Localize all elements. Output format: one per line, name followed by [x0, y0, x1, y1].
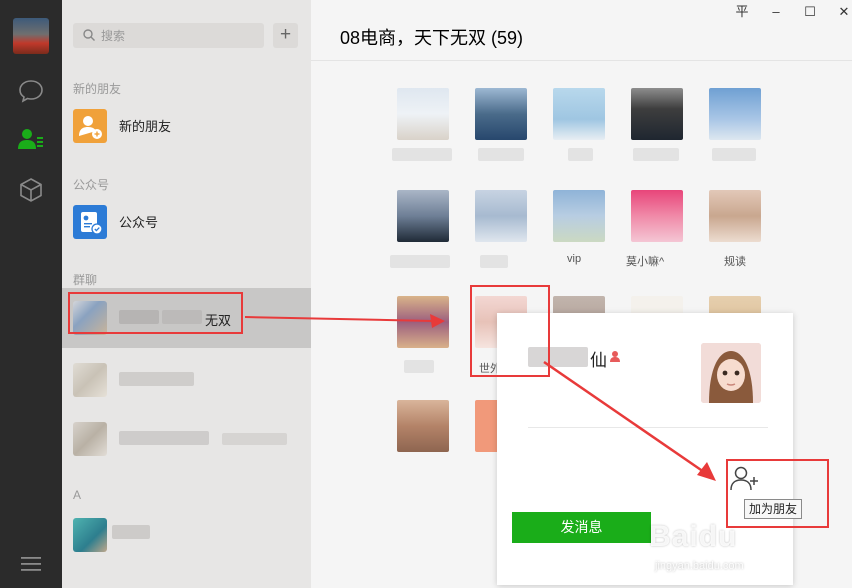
- blurred-name: [112, 525, 150, 539]
- collections-icon[interactable]: [17, 176, 45, 204]
- maximize-button[interactable]: ☐: [800, 2, 820, 22]
- new-friend-icon: [73, 109, 107, 143]
- official-account-icon: [73, 205, 107, 239]
- search-box[interactable]: [73, 23, 264, 48]
- annotation-box-group: [68, 292, 243, 334]
- member-label-blurred: [478, 148, 524, 161]
- contact-avatar: [73, 518, 107, 552]
- contact-item-official[interactable]: 公众号: [62, 193, 311, 251]
- member-avatar[interactable]: [475, 190, 527, 242]
- member-avatar[interactable]: [397, 88, 449, 140]
- search-input[interactable]: [101, 27, 251, 44]
- member-label-blurred: [712, 148, 756, 161]
- group-avatar: [73, 422, 107, 456]
- contacts-icon[interactable]: [17, 125, 45, 153]
- watermark-logo: Baidu: [649, 520, 738, 553]
- member-avatar[interactable]: [475, 88, 527, 140]
- search-icon: [83, 29, 95, 41]
- minimize-button[interactable]: –: [766, 2, 786, 22]
- close-button[interactable]: ✕: [834, 2, 852, 22]
- member-avatar[interactable]: [631, 190, 683, 242]
- section-label-new-friends: 新的朋友: [73, 82, 122, 96]
- member-avatar[interactable]: [553, 190, 605, 242]
- member-label: vip: [567, 253, 582, 265]
- member-label-blurred: [633, 148, 679, 161]
- annotation-box-add-friend: [726, 459, 829, 528]
- member-label-blurred: [392, 148, 452, 161]
- window-controls: 平 – ☐ ✕: [722, 0, 852, 24]
- watermark-url: jingyan.baidu.com: [655, 560, 744, 572]
- member-avatar[interactable]: [709, 88, 761, 140]
- group-avatar: [73, 363, 107, 397]
- member-avatar[interactable]: [709, 190, 761, 242]
- user-avatar[interactable]: [13, 18, 49, 54]
- menu-icon[interactable]: [17, 550, 45, 578]
- blurred-name: [222, 433, 287, 445]
- chat-title: 08电商，天下无双 (59): [340, 28, 524, 48]
- contact-name: 新的朋友: [119, 119, 172, 134]
- profile-avatar[interactable]: [701, 343, 761, 403]
- blurred-name: [119, 372, 194, 386]
- member-avatar[interactable]: [397, 190, 449, 242]
- chat-icon[interactable]: [17, 77, 45, 105]
- divider: [528, 427, 768, 428]
- section-label-groups: 群聊: [73, 273, 98, 287]
- section-label-official: 公众号: [73, 178, 110, 192]
- annotation-box-member: [470, 285, 550, 377]
- group-item[interactable]: [62, 350, 311, 408]
- gender-female-icon: [610, 351, 620, 362]
- member-label: 莫小嘛^: [626, 256, 665, 268]
- group-item[interactable]: [62, 408, 311, 466]
- side-nav: [0, 0, 62, 588]
- member-avatar[interactable]: [553, 88, 605, 140]
- divider: [311, 60, 852, 61]
- member-avatar[interactable]: [397, 400, 449, 452]
- contact-item-new-friends[interactable]: 新的朋友: [62, 97, 311, 155]
- contact-item[interactable]: [62, 505, 311, 563]
- profile-name-suffix: 仙: [590, 351, 607, 370]
- add-button[interactable]: +: [273, 23, 298, 48]
- member-avatar[interactable]: [631, 88, 683, 140]
- baidu-watermark: Baidu jingyan.baidu.com: [649, 520, 809, 580]
- section-label-a: A: [73, 488, 82, 502]
- contact-name: 公众号: [119, 215, 159, 230]
- member-avatar[interactable]: [397, 296, 449, 348]
- send-message-button[interactable]: 发消息: [512, 512, 651, 543]
- member-label-blurred: [568, 148, 593, 161]
- member-label-blurred: [480, 255, 508, 268]
- member-label-blurred: [404, 360, 434, 373]
- blurred-name: [119, 431, 209, 445]
- pin-button[interactable]: 平: [732, 2, 752, 22]
- member-label: 规读: [724, 256, 746, 268]
- member-label-blurred: [390, 255, 450, 268]
